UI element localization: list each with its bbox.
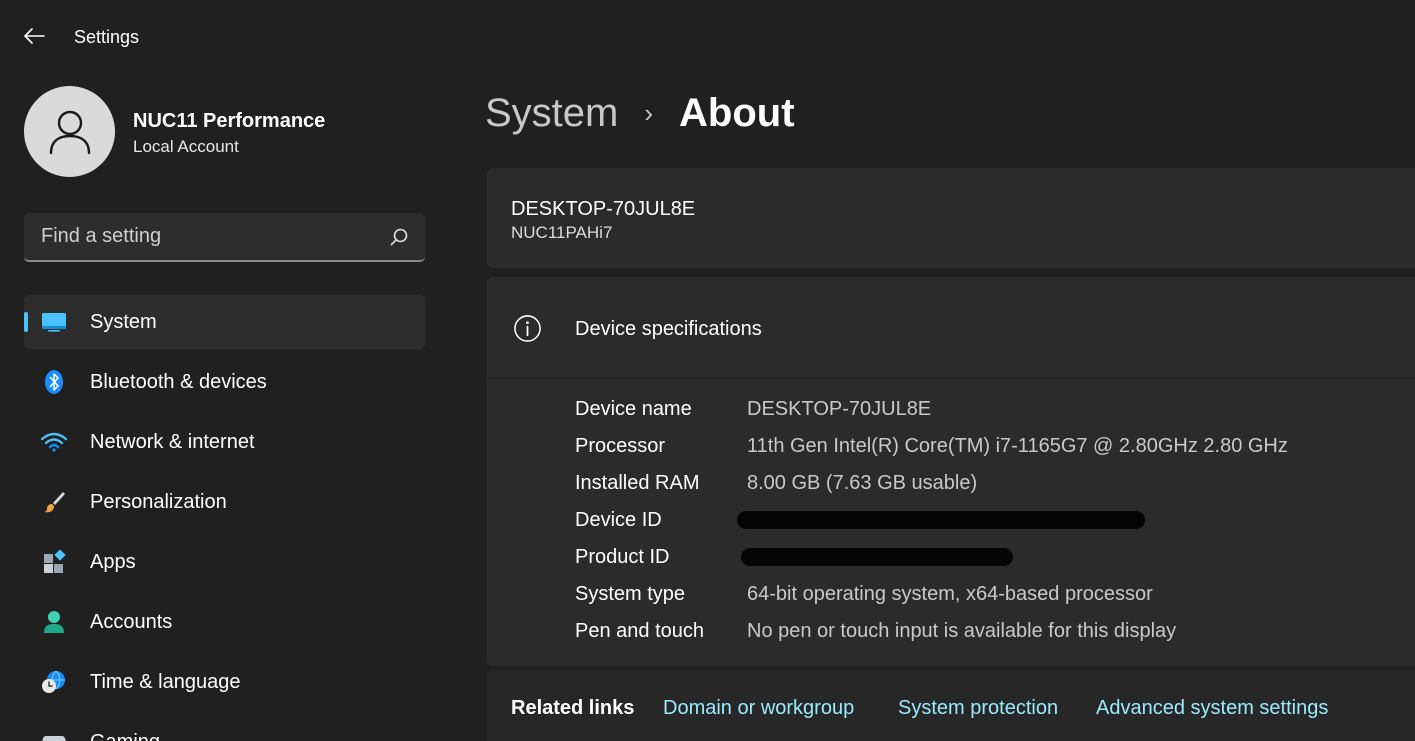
spec-value: DESKTOP-70JUL8E — [747, 398, 932, 420]
device-specifications-title: Device specifications — [575, 318, 762, 340]
app-title: Settings — [74, 27, 140, 47]
brush-icon — [40, 490, 68, 514]
user-profile[interactable]: NUC11 Performance Local Account — [24, 86, 424, 178]
spec-label: Processor — [575, 435, 666, 457]
spec-row-system-type: System type 64-bit operating system, x64… — [575, 583, 1395, 620]
advanced-system-settings-link[interactable]: Advanced system settings — [1096, 697, 1328, 720]
spec-row-product-id: Product ID — [575, 546, 1395, 583]
spec-row-pen-touch: Pen and touch No pen or touch input is a… — [575, 620, 1395, 657]
sidebar-item-label: Time & language — [90, 671, 241, 693]
profile-account-type: Local Account — [133, 137, 239, 156]
spec-label: Product ID — [575, 546, 670, 568]
avatar[interactable] — [24, 86, 115, 177]
gamepad-icon — [40, 730, 68, 741]
sidebar-item-label: Gaming — [90, 731, 160, 741]
related-links-label: Related links — [511, 697, 635, 719]
device-model: NUC11PAHi7 — [511, 223, 613, 242]
spec-label: System type — [575, 583, 686, 605]
bluetooth-icon — [40, 370, 68, 394]
domain-workgroup-link[interactable]: Domain or workgroup — [663, 697, 854, 720]
sidebar-item-network[interactable]: Network & internet — [24, 415, 425, 469]
spec-row-device-name: Device name DESKTOP-70JUL8E — [575, 398, 1395, 435]
search-box[interactable] — [24, 213, 425, 262]
spec-value: 64-bit operating system, x64-based proce… — [747, 583, 1153, 605]
spec-list: Device name DESKTOP-70JUL8E Processor 11… — [575, 398, 1395, 657]
sidebar-item-label: System — [90, 311, 157, 333]
spec-label: Installed RAM — [575, 472, 700, 494]
title-bar: Settings — [0, 0, 1415, 72]
person-icon — [40, 610, 68, 634]
sidebar-item-system[interactable]: System — [24, 295, 425, 349]
spec-value: No pen or touch input is available for t… — [747, 620, 1177, 642]
device-specifications-header[interactable]: Device specifications — [487, 277, 1415, 379]
spec-row-installed-ram: Installed RAM 8.00 GB (7.63 GB usable) — [575, 472, 1395, 509]
sidebar-nav: System Bluetooth & devices Network & int… — [24, 295, 425, 741]
related-links-card: Related links Domain or workgroup System… — [487, 670, 1415, 741]
breadcrumb-separator: › — [644, 97, 654, 128]
device-specifications-card: Device specifications Device name DESKTO… — [487, 277, 1415, 666]
sidebar-item-label: Accounts — [90, 611, 173, 633]
clock-globe-icon — [40, 670, 68, 694]
sidebar-item-label: Apps — [90, 551, 136, 573]
back-arrow-icon — [24, 28, 45, 44]
spec-row-processor: Processor 11th Gen Intel(R) Core(TM) i7-… — [575, 435, 1395, 472]
info-icon — [514, 315, 541, 342]
spec-row-device-id: Device ID — [575, 509, 1395, 546]
sidebar-item-time-language[interactable]: Time & language — [24, 655, 425, 709]
sidebar-item-accounts[interactable]: Accounts — [24, 595, 425, 649]
sidebar-item-label: Personalization — [90, 491, 227, 513]
sidebar-item-apps[interactable]: Apps — [24, 535, 425, 589]
search-icon[interactable] — [389, 227, 409, 247]
person-icon — [49, 110, 90, 154]
sidebar-item-label: Network & internet — [90, 431, 255, 453]
breadcrumb-parent[interactable]: System — [485, 91, 618, 136]
spec-label: Device ID — [575, 509, 662, 531]
redaction-mark — [741, 548, 1013, 566]
back-button[interactable] — [14, 20, 54, 52]
sidebar-item-personalization[interactable]: Personalization — [24, 475, 425, 529]
spec-label: Pen and touch — [575, 620, 704, 642]
page-title: About — [679, 90, 795, 135]
device-name: DESKTOP-70JUL8E — [511, 198, 696, 220]
sidebar-item-label: Bluetooth & devices — [90, 371, 267, 393]
spec-label: Device name — [575, 398, 692, 420]
device-card: DESKTOP-70JUL8E NUC11PAHi7 — [487, 168, 1415, 268]
search-input[interactable] — [24, 213, 384, 260]
sidebar-item-bluetooth[interactable]: Bluetooth & devices — [24, 355, 425, 409]
spec-value: 11th Gen Intel(R) Core(TM) i7-1165G7 @ 2… — [747, 435, 1288, 457]
breadcrumb: System › About — [485, 88, 795, 138]
sidebar-item-gaming[interactable]: Gaming — [24, 715, 425, 741]
active-indicator — [24, 312, 28, 332]
spec-value: 8.00 GB (7.63 GB usable) — [747, 472, 978, 494]
monitor-icon — [40, 310, 68, 334]
apps-icon — [40, 550, 68, 574]
system-protection-link[interactable]: System protection — [898, 697, 1058, 720]
profile-name: NUC11 Performance — [133, 110, 326, 132]
redaction-mark — [737, 511, 1145, 529]
wifi-icon — [40, 430, 68, 454]
